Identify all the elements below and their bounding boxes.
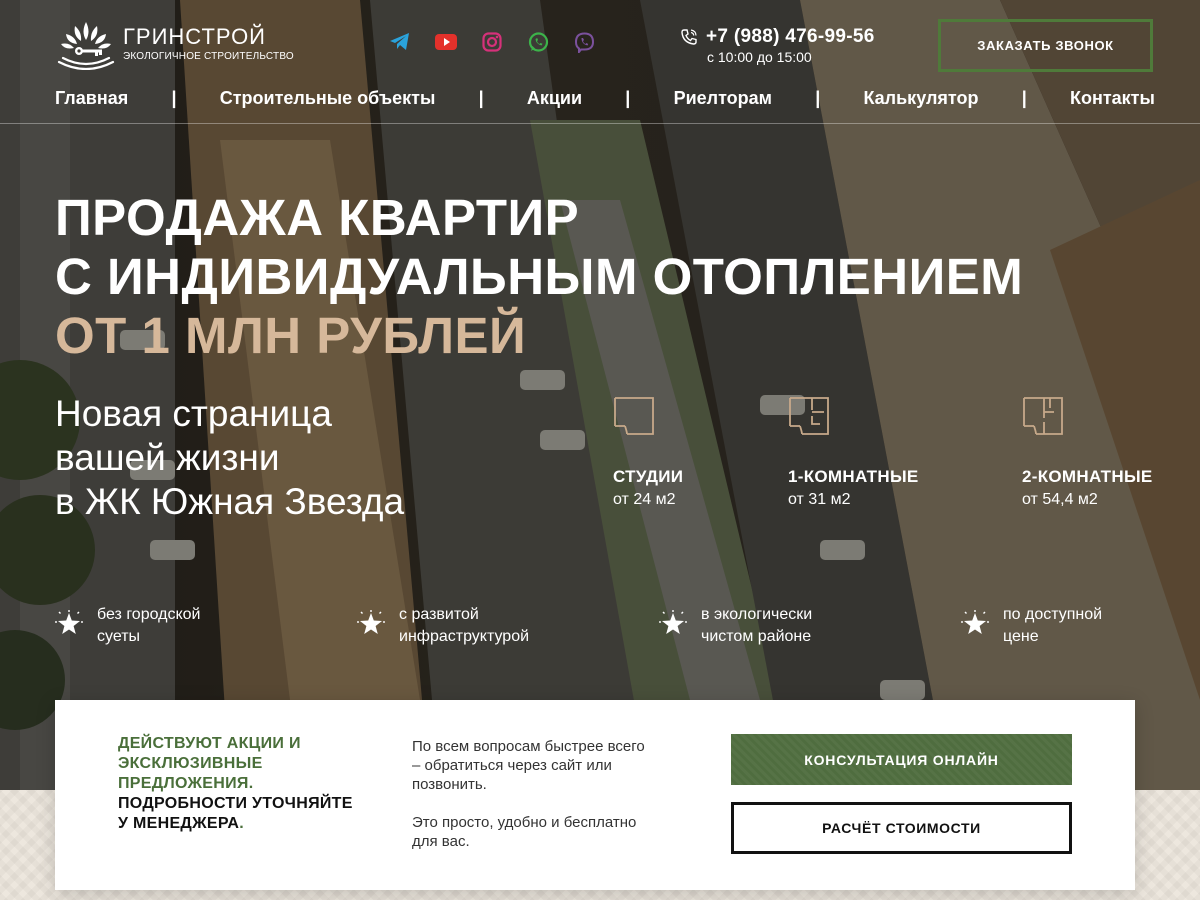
hero-title: ПРОДАЖА КВАРТИР С ИНДИВИДУАЛЬНЫМ ОТОПЛЕН… (55, 188, 1023, 365)
logo-leaves-key-icon (57, 22, 115, 70)
working-hours: с 10:00 до 15:00 (707, 49, 812, 65)
hero-subtitle-line-1: Новая страница (55, 393, 332, 434)
studio-plan-icon (614, 397, 654, 435)
two-room-plan-icon (1023, 397, 1063, 435)
nav-item-construction-objects[interactable]: Строительные объекты (220, 88, 436, 109)
apartment-type-studio[interactable]: СТУДИИ от 24 м2 (613, 396, 683, 509)
nav-item-realtors[interactable]: Риелторам (674, 88, 772, 109)
info-paragraph-2: Это просто, удобно и бесплатно для вас. (412, 814, 637, 850)
viber-icon[interactable] (572, 30, 596, 54)
feature-item: в экологически чистом районе (659, 604, 812, 648)
nav-separator: | (171, 88, 177, 108)
whatsapp-icon[interactable] (526, 30, 550, 54)
cost-calculation-button[interactable]: РАСЧЁТ СТОИМОСТИ (731, 802, 1072, 854)
star-icon (55, 610, 83, 634)
apartment-type-title: 2-КОМНАТНЫЕ (1022, 467, 1153, 486)
promo-details-text: ПОДРОБНОСТИ УТОЧНЯЙТЕ У МЕНЕДЖЕРА (118, 795, 353, 832)
nav-item-promotions[interactable]: Акции (527, 88, 582, 109)
feature-item: по доступной цене (961, 604, 1102, 648)
online-consultation-button[interactable]: КОНСУЛЬТАЦИЯ ОНЛАЙН (731, 734, 1072, 785)
brand-logo[interactable]: ГРИНСТРОЙ ЭКОЛОГИЧНОЕ СТРОИТЕЛЬСТВО (55, 18, 294, 70)
promo-card: ДЕЙСТВУЮТ АКЦИИ И ЭКСКЛЮЗИВНЫЕ ПРЕДЛОЖЕН… (55, 700, 1135, 890)
contact-block: +7 (988) 476-99-56 с 10:00 до 15:00 (680, 26, 875, 65)
social-links (388, 30, 596, 54)
telegram-icon[interactable] (388, 30, 412, 54)
promo-dot: . (239, 815, 245, 832)
feature-text-line-2: суеты (97, 628, 141, 645)
apartment-type-area: от 31 м2 (788, 491, 851, 508)
hero-title-line-2: С ИНДИВИДУАЛЬНЫМ ОТОПЛЕНИЕМ (55, 248, 1024, 305)
nav-separator: | (625, 88, 631, 108)
apartment-type-one-room[interactable]: 1-КОМНАТНЫЕ от 31 м2 (788, 396, 919, 509)
nav-separator: | (815, 88, 821, 108)
instagram-icon[interactable] (480, 30, 504, 54)
hero-subtitle-line-3: в ЖК Южная Звезда (55, 481, 405, 522)
brand-name: ГРИНСТРОЙ (123, 24, 266, 49)
promo-text: ДЕЙСТВУЮТ АКЦИИ И ЭКСКЛЮЗИВНЫЕ ПРЕДЛОЖЕН… (118, 734, 358, 834)
nav-item-home[interactable]: Главная (55, 88, 128, 109)
apartment-type-area: от 24 м2 (613, 491, 676, 508)
youtube-icon[interactable] (434, 30, 458, 54)
nav-item-contacts[interactable]: Контакты (1070, 88, 1155, 109)
order-callback-button[interactable]: ЗАКАЗАТЬ ЗВОНОК (938, 19, 1153, 72)
hero-subtitle: Новая страница вашей жизни в ЖК Южная Зв… (55, 392, 404, 524)
star-icon (357, 610, 385, 634)
feature-text-line-1: по доступной (1003, 606, 1103, 623)
phone-icon (681, 29, 697, 45)
nav-separator: | (1021, 88, 1027, 108)
feature-text-line-1: в экологически (701, 606, 813, 623)
star-icon (659, 610, 687, 634)
nav-divider (0, 123, 1200, 124)
nav-separator: | (478, 88, 484, 108)
apartment-type-title: 1-КОМНАТНЫЕ (788, 467, 919, 486)
main-navigation: Главная | Строительные объекты | Акции |… (55, 88, 1155, 109)
contact-info-text: По всем вопросам быстрее всего – обратит… (412, 737, 652, 851)
feature-text-line-1: с развитой (399, 606, 479, 623)
star-icon (961, 610, 989, 634)
feature-item: с развитой инфраструктурой (357, 604, 529, 648)
feature-text-line-2: инфраструктурой (399, 628, 530, 645)
feature-text-line-2: цене (1003, 628, 1039, 645)
info-paragraph-1: По всем вопросам быстрее всего – обратит… (412, 738, 645, 793)
apartment-type-two-room[interactable]: 2-КОМНАТНЫЕ от 54,4 м2 (1022, 396, 1153, 509)
brand-tagline: ЭКОЛОГИЧНОЕ СТРОИТЕЛЬСТВО (123, 51, 294, 62)
promo-offer-text: ДЕЙСТВУЮТ АКЦИИ И ЭКСКЛЮЗИВНЫЕ ПРЕДЛОЖЕН… (118, 735, 301, 792)
hero-title-price: ОТ 1 МЛН РУБЛЕЙ (55, 307, 527, 364)
one-room-plan-icon (789, 397, 829, 435)
feature-text-line-1: без городской (97, 606, 201, 623)
nav-item-calculator[interactable]: Калькулятор (863, 88, 978, 109)
feature-text-line-2: чистом районе (701, 628, 812, 645)
apartment-type-area: от 54,4 м2 (1022, 491, 1098, 508)
hero-title-line-1: ПРОДАЖА КВАРТИР (55, 189, 580, 246)
phone-number-link[interactable]: +7 (988) 476-99-56 (706, 26, 875, 48)
apartment-type-title: СТУДИИ (613, 467, 684, 486)
hero-subtitle-line-2: вашей жизни (55, 437, 280, 478)
feature-item: без городской суеты (55, 604, 201, 648)
